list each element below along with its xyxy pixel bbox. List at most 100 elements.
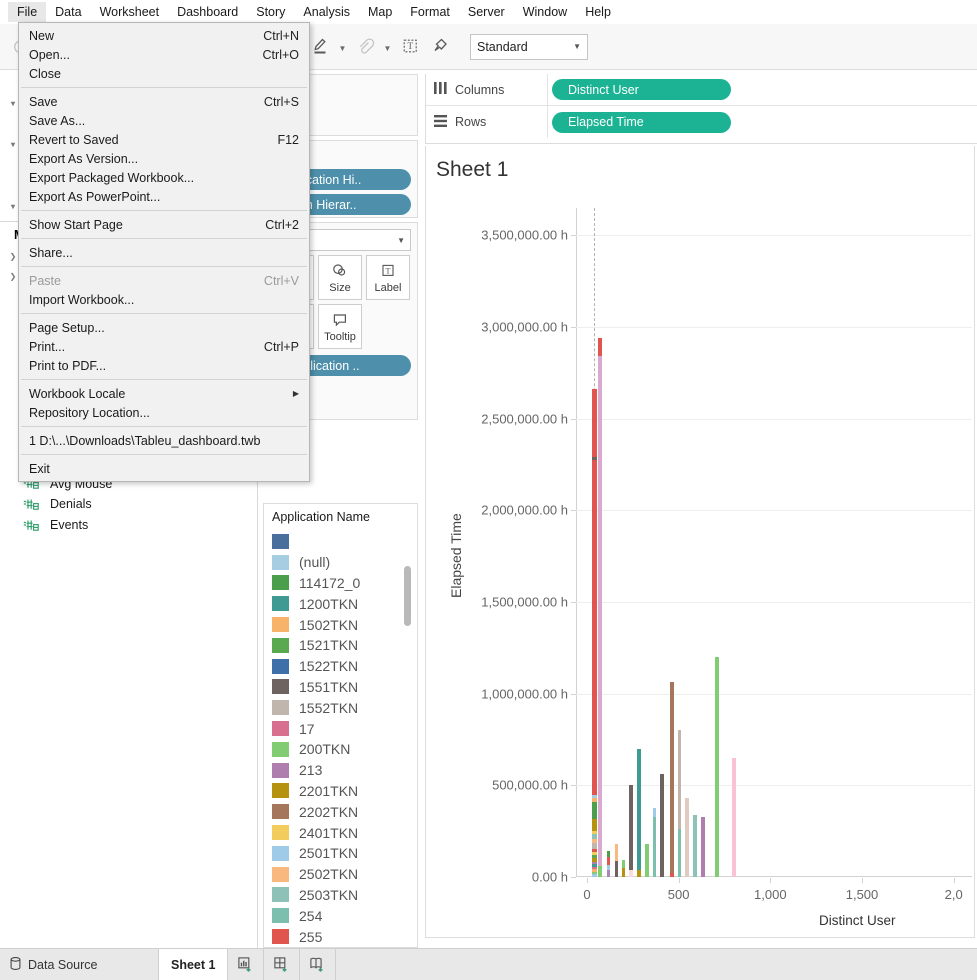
legend-item[interactable]: 2503TKN xyxy=(264,885,417,906)
legend-swatch[interactable] xyxy=(272,908,289,924)
legend-item[interactable]: 1200TKN xyxy=(264,593,417,614)
legend-swatch[interactable] xyxy=(272,845,289,861)
new-worksheet-icon[interactable] xyxy=(228,949,265,980)
legend-swatch[interactable] xyxy=(272,554,289,570)
pill-distinct-user[interactable]: Distinct User xyxy=(552,79,731,100)
columns-drop-zone[interactable]: Distinct User xyxy=(548,79,977,100)
legend-item[interactable]: 1521TKN xyxy=(264,635,417,656)
menu-item-server[interactable]: Server xyxy=(459,2,514,22)
menu-item-worksheet[interactable]: Worksheet xyxy=(91,2,169,22)
bar-segment[interactable] xyxy=(591,830,597,834)
bar-segment[interactable] xyxy=(701,816,705,877)
file-menu-item-print-to-pdf[interactable]: Print to PDF... xyxy=(19,356,309,375)
legend-item[interactable]: 2502TKN xyxy=(264,864,417,885)
legend-item[interactable]: 254 xyxy=(264,905,417,926)
file-menu-item-open[interactable]: Open... Ctrl+O xyxy=(19,45,309,64)
legend-item[interactable]: 255 xyxy=(264,926,417,947)
file-menu-item-page-setup[interactable]: Page Setup... xyxy=(19,318,309,337)
bar-mark[interactable] xyxy=(614,843,619,877)
bar-segment[interactable] xyxy=(636,749,641,871)
bar-mark[interactable] xyxy=(606,851,611,877)
bar-segment[interactable] xyxy=(669,872,674,877)
bar-segment[interactable] xyxy=(652,816,657,877)
legend-swatch[interactable] xyxy=(272,741,289,757)
file-menu-dropdown[interactable]: New Ctrl+N Open... Ctrl+O Close Save Ctrl+S Sav… xyxy=(18,22,310,482)
legend-item[interactable]: 2501TKN xyxy=(264,843,417,864)
measure-item-denials[interactable]: Denials xyxy=(0,494,257,515)
menu-item-help[interactable]: Help xyxy=(576,2,620,22)
legend-item[interactable]: 1502TKN xyxy=(264,614,417,635)
group-members-caret-icon[interactable]: ▼ xyxy=(381,33,394,61)
menu-item-file[interactable]: File xyxy=(8,2,47,22)
bar-segment[interactable] xyxy=(591,854,597,859)
bar-segment[interactable] xyxy=(621,859,626,869)
legend-swatch[interactable] xyxy=(272,575,289,591)
file-menu-item-share[interactable]: Share... xyxy=(19,243,309,262)
legend-swatch[interactable] xyxy=(272,700,289,716)
bar-mark[interactable] xyxy=(645,844,649,877)
bar-segment[interactable] xyxy=(591,848,597,853)
legend-item[interactable]: 1552TKN xyxy=(264,697,417,718)
file-menu-item-save-as[interactable]: Save As... xyxy=(19,111,309,130)
file-menu-item-workbook-locale[interactable]: Workbook Locale ▶ xyxy=(19,384,309,403)
bar-segment[interactable] xyxy=(715,657,720,877)
bar-mark[interactable] xyxy=(701,816,705,877)
bar-segment[interactable] xyxy=(591,389,597,458)
file-menu-item-export-as-powerpoint[interactable]: Export As PowerPoint... xyxy=(19,187,309,206)
legend-item[interactable]: 2401TKN xyxy=(264,822,417,843)
menu-item-format[interactable]: Format xyxy=(401,2,459,22)
legend-item[interactable]: 200TKN xyxy=(264,739,417,760)
bar-segment[interactable] xyxy=(597,338,603,357)
bar-segment[interactable] xyxy=(591,457,597,460)
legend-item[interactable]: 1551TKN xyxy=(264,677,417,698)
file-menu-item-save[interactable]: Save Ctrl+S xyxy=(19,92,309,111)
file-menu-item-close[interactable]: Close xyxy=(19,64,309,83)
bar-segment[interactable] xyxy=(629,785,633,870)
bar-mark[interactable] xyxy=(636,749,641,877)
plot-area[interactable]: 0.00 h 500,000.00 h 1,000,000.00 h 1,500,00… xyxy=(426,192,974,937)
bar-segment[interactable] xyxy=(591,874,597,877)
marks-tooltip-button[interactable]: Tooltip xyxy=(318,304,362,349)
bar-segment[interactable] xyxy=(591,838,597,844)
bar-segment[interactable] xyxy=(669,681,674,873)
file-menu-item-new[interactable]: New Ctrl+N xyxy=(19,26,309,45)
fit-select[interactable]: Standard ▼ xyxy=(470,33,588,60)
menu-item-dashboard[interactable]: Dashboard xyxy=(168,2,247,22)
legend-swatch[interactable] xyxy=(272,929,289,945)
bar-segment[interactable] xyxy=(591,864,597,867)
file-menu-item-show-start-page[interactable]: Show Start Page Ctrl+2 xyxy=(19,215,309,234)
bar-segment[interactable] xyxy=(591,862,597,865)
bar-mark[interactable] xyxy=(669,681,674,877)
group-members-icon[interactable] xyxy=(351,33,379,61)
bar-mark[interactable] xyxy=(621,859,626,877)
legend-item[interactable]: 213 xyxy=(264,760,417,781)
bar-segment[interactable] xyxy=(591,801,597,820)
file-menu-item-repository-location[interactable]: Repository Location... xyxy=(19,403,309,422)
bar-mark[interactable] xyxy=(685,798,689,877)
bar-segment[interactable] xyxy=(629,869,633,877)
file-menu-item-1-d-downloads-tableu-dashboard-twb[interactable]: 1 D:\...\Downloads\Tableu_dashboard.twb xyxy=(19,431,309,450)
bar-segment[interactable] xyxy=(606,864,611,871)
legend-item[interactable]: 114172_0 xyxy=(264,573,417,594)
file-menu-item-exit[interactable]: Exit xyxy=(19,459,309,478)
highlight-caret-icon[interactable]: ▼ xyxy=(336,33,349,61)
menu-item-analysis[interactable]: Analysis xyxy=(294,2,359,22)
legend-swatch[interactable] xyxy=(272,804,289,820)
bar-segment[interactable] xyxy=(685,798,689,877)
bar-segment[interactable] xyxy=(606,856,611,865)
bar-segment[interactable] xyxy=(614,861,619,877)
bar-mark[interactable] xyxy=(715,657,720,877)
bar-segment[interactable] xyxy=(591,871,597,875)
bar-segment[interactable] xyxy=(591,795,597,798)
legend-item[interactable]: 17 xyxy=(264,718,417,739)
bar-segment[interactable] xyxy=(659,774,664,877)
legend-item[interactable] xyxy=(264,531,417,552)
menu-item-data[interactable]: Data xyxy=(46,2,90,22)
bar-segment[interactable] xyxy=(606,851,611,857)
bar-segment[interactable] xyxy=(591,459,597,796)
file-menu-item-export-as-version[interactable]: Export As Version... xyxy=(19,149,309,168)
bar-mark[interactable] xyxy=(677,730,682,877)
bar-segment[interactable] xyxy=(591,797,597,802)
bar-segment[interactable] xyxy=(591,852,597,855)
bar-mark[interactable] xyxy=(597,338,603,877)
